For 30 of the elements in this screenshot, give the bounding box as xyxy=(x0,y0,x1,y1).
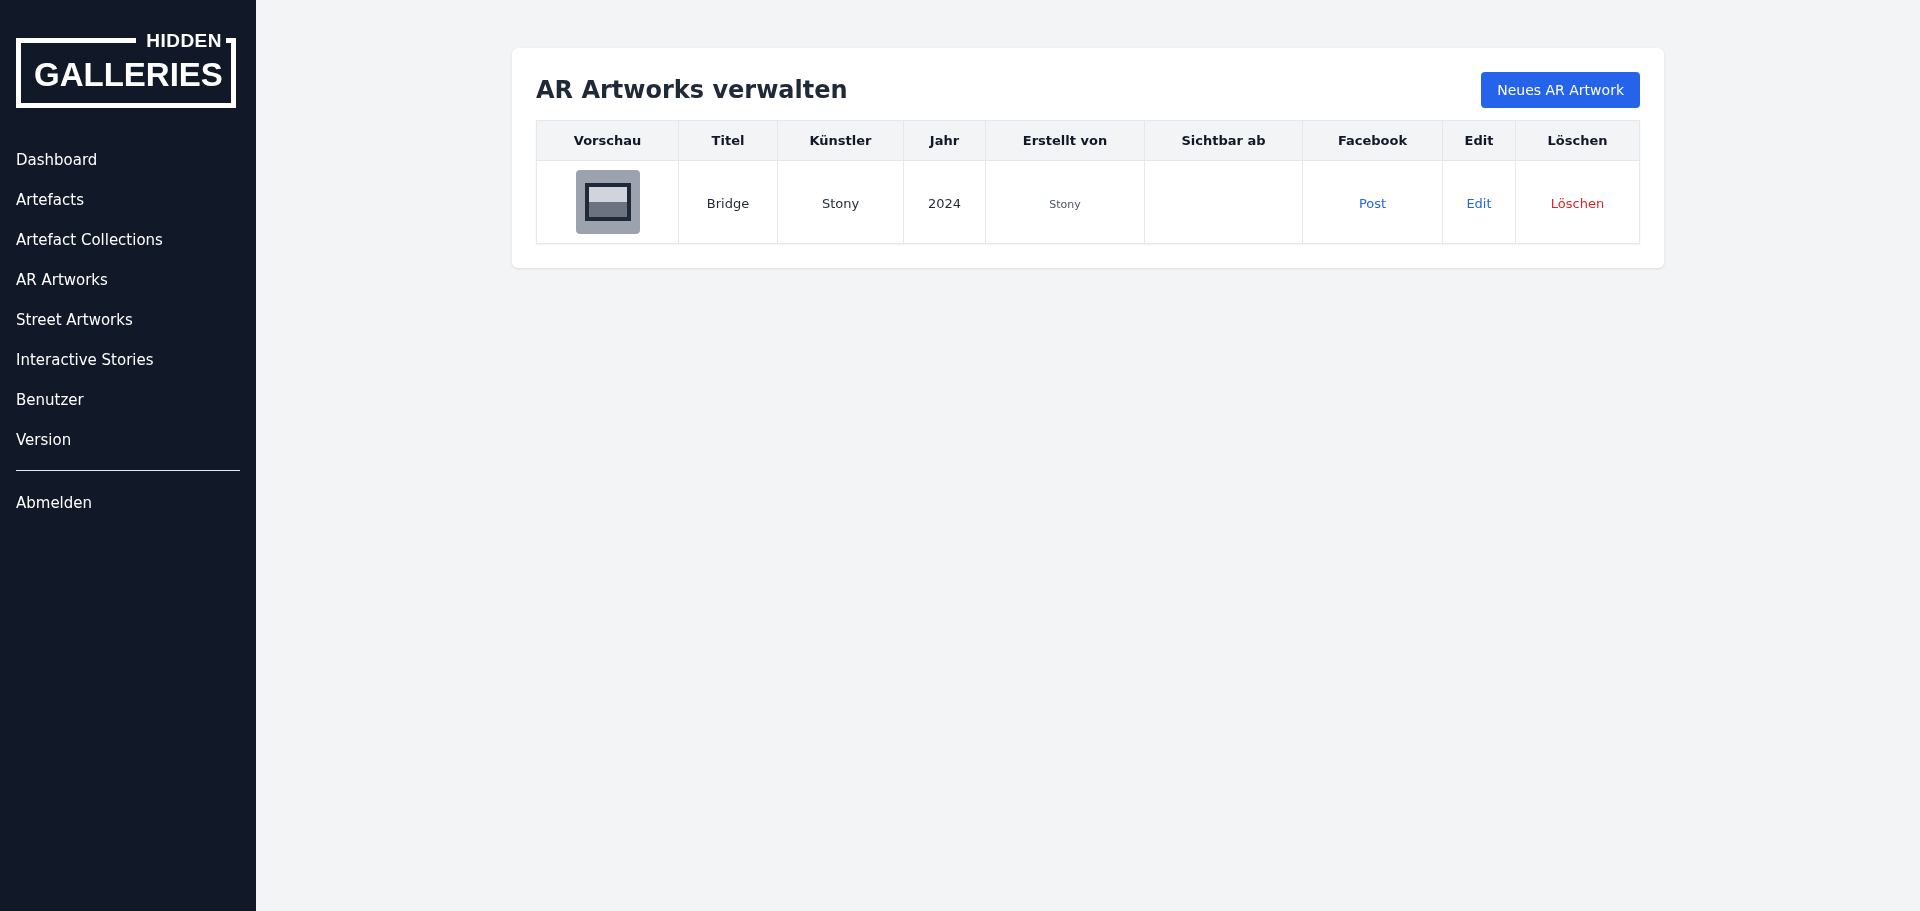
column-header: Titel xyxy=(678,120,778,161)
column-header: Edit xyxy=(1442,120,1516,161)
table-cell: 2024 xyxy=(927,195,962,211)
column-header: Facebook xyxy=(1302,120,1443,161)
nav-link[interactable]: Version xyxy=(16,420,72,460)
new-artwork-button[interactable]: Neues AR Artwork xyxy=(1481,72,1640,108)
column-header: Löschen xyxy=(1515,120,1640,161)
nav-link[interactable]: Interactive Stories xyxy=(16,340,154,380)
nav-link[interactable]: Artefacts xyxy=(16,180,84,220)
column-header: Vorschau xyxy=(536,120,679,161)
page-title: AR Artworks verwalten xyxy=(536,76,848,104)
column-header: Sichtbar ab xyxy=(1144,120,1303,161)
column-header: Erstellt von xyxy=(985,120,1145,161)
edit-link[interactable]: Edit xyxy=(1466,195,1492,211)
framed-picture-icon xyxy=(583,182,632,222)
table-cell: Bridge xyxy=(706,195,750,211)
nav-link[interactable]: Benutzer xyxy=(16,380,84,420)
nav-link[interactable]: Street Artworks xyxy=(16,300,133,340)
nav-link[interactable]: Dashboard xyxy=(16,140,98,180)
post-link[interactable]: Post xyxy=(1358,195,1387,211)
logout-link[interactable]: Abmelden xyxy=(16,483,93,523)
nav-link[interactable]: Artefact Collections xyxy=(16,220,163,260)
column-header: Jahr xyxy=(903,120,986,161)
logo-text: GALLERIES xyxy=(34,56,223,94)
logo-text: HIDDEN xyxy=(146,30,222,52)
table-cell: Stony xyxy=(1049,197,1081,211)
column-header: Künstler xyxy=(777,120,904,161)
nav-link[interactable]: AR Artworks xyxy=(16,260,108,300)
delete-link[interactable]: Löschen xyxy=(1550,195,1605,211)
table-cell: Stony xyxy=(821,195,860,211)
